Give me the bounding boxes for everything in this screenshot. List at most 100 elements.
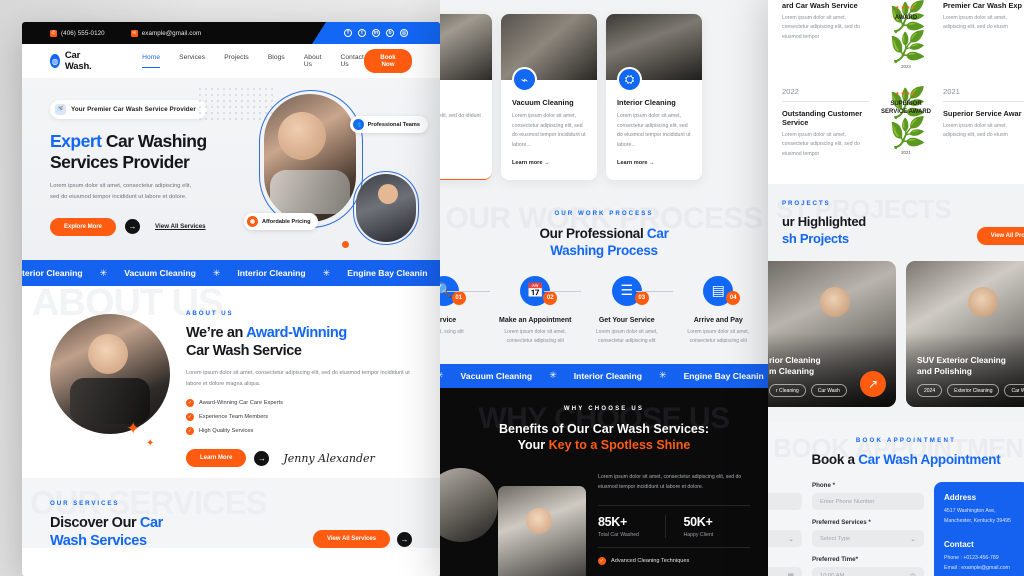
text-input[interactable] <box>768 493 802 511</box>
award-item: 2021 Superior Service Awar Lorem ipsum d… <box>943 87 1024 141</box>
hero-image-primary <box>264 94 356 222</box>
stat-item: 85K+ Total Car Washed <box>598 514 666 538</box>
bullet-label: Award-Winning Car Care Experts <box>199 400 283 407</box>
phone-input[interactable]: Enter Phone Number <box>812 493 924 511</box>
topbar-phone[interactable]: ✆ (406) 555-0120 <box>50 29 105 37</box>
why-images <box>440 468 586 576</box>
step-connector <box>447 290 490 292</box>
time-input[interactable]: 10:00 AM ◴ <box>812 567 924 576</box>
book-now-button[interactable]: Book Now <box>363 49 412 73</box>
twitter-icon[interactable]: t <box>358 29 366 37</box>
form-field: ⌄ <box>768 519 802 548</box>
stat-item: 50K+ Happy Client <box>666 515 751 538</box>
marquee-item: Engine Bay Cleanin <box>683 370 764 381</box>
car-wash-logo-icon: ◍ <box>50 54 60 68</box>
why-title: Benefits of Our Car Wash Services: Your … <box>440 421 768 455</box>
nav-item-services[interactable]: Services <box>179 54 205 68</box>
why-title-part: Your <box>517 438 549 453</box>
contact-phone: Phone : +0123-456-789 <box>944 555 999 562</box>
marquee-item: Interior Cleaning <box>237 268 306 278</box>
arrow-right-icon[interactable]: → <box>125 219 141 235</box>
award-item: 2022 Outstanding Customer Service Lorem … <box>782 87 869 159</box>
form-field-phone: Phone * Enter Phone Number <box>812 482 924 511</box>
project-tag: Car Wash <box>810 384 847 398</box>
bullet-label: High Quality Services <box>199 428 254 435</box>
service-card-link[interactable]: Learn more → <box>512 160 550 166</box>
project-card[interactable]: rior Cleaning m Cleaning r Cleaning Car … <box>768 261 896 408</box>
service-card-link[interactable]: Learn more → <box>617 160 655 166</box>
sparkle-small-icon: ✦ <box>146 438 155 450</box>
nav-item-home[interactable]: Home <box>142 54 161 68</box>
check-icon: ✓ <box>186 413 194 422</box>
award-text: Lorem ipsum dolor sit amet, consectetur … <box>782 15 860 40</box>
nav-item-contact[interactable]: Contact Us <box>341 54 364 68</box>
arrow-right-icon[interactable]: → <box>254 450 270 466</box>
project-tags: r Cleaning Car Wash <box>769 384 847 398</box>
star-separator-icon: ✳ <box>659 370 667 381</box>
facebook-icon[interactable]: f <box>344 29 352 37</box>
why-eyebrow: WHY CHOOSE US <box>563 405 645 412</box>
check-icon: ✓ <box>186 427 194 436</box>
project-card[interactable]: SUV Exterior Cleaning and Polishing 2024… <box>906 261 1024 408</box>
project-title: rior Cleaning m Cleaning <box>769 355 821 378</box>
linkedin-icon[interactable]: in <box>372 29 380 37</box>
process-step: 📅 02 Make an Appointment Lorem ipsum dolo… <box>447 275 582 346</box>
step-number: 04 <box>726 290 741 305</box>
hero-title-line2: Services Provider <box>50 151 190 172</box>
professional-teams-label: Professional Teams <box>367 121 420 128</box>
field-label <box>768 556 802 563</box>
about-paragraph: Lorem ipsum dolor sit amet, consectetur … <box>186 370 410 387</box>
services-eyebrow: OUR SERVICES <box>50 500 120 507</box>
nav-item-projects[interactable]: Projects <box>224 54 249 68</box>
service-card-title: Vacuum Cleaning <box>512 98 574 107</box>
projects-title-accent: sh Projects <box>782 230 849 246</box>
view-all-services-link[interactable]: View All Services <box>155 223 206 230</box>
service-card-title: Interior Cleaning <box>617 98 676 107</box>
service-card[interactable]: ⌁ Vacuum Cleaning Lorem ipsum dolor sit … <box>501 14 597 180</box>
field-label <box>768 482 802 489</box>
nav-item-about[interactable]: About Us <box>304 54 322 68</box>
arrow-right-icon[interactable]: → <box>397 531 412 547</box>
project-title-line2: and Polishing <box>917 365 972 376</box>
instagram-icon[interactable]: ◎ <box>400 29 408 37</box>
brand-logo[interactable]: ◍ Car Wash. <box>50 50 96 72</box>
view-all-projects-button[interactable]: View All Proje <box>976 227 1024 246</box>
project-tag: 2024 <box>917 384 943 398</box>
service-card-image: ⌁ <box>501 14 597 92</box>
step-connector <box>544 290 581 292</box>
services-select-placeholder: Select Type <box>820 535 851 542</box>
service-card-text: Lorem ipsum dolor sit amet, consectetur … <box>512 113 586 148</box>
service-card[interactable]: ◍ ning sit amet, cing elit, sed do ididu… <box>440 14 492 180</box>
award-year: 2021 <box>943 87 1024 102</box>
why-bullet: ✓ Advanced Cleaning Techniques <box>598 556 750 565</box>
nav-item-blogs[interactable]: Blogs <box>268 54 285 68</box>
award-row: ard Car Wash Service Lorem ipsum dolor s… <box>768 0 1024 78</box>
service-card-text: sit amet, cing elit, sed do ididunt ut l… <box>440 113 481 119</box>
top-contact-bar: ✆ (406) 555-0120 ✉ example@gmail.com f t… <box>22 22 440 44</box>
process-steps: 🔍01 Service sit amet, scing elit 📅02 Mak… <box>440 275 768 346</box>
stat-label: Total Car Washed <box>598 531 640 538</box>
view-all-services-button[interactable]: View All Services <box>312 530 390 549</box>
behance-icon[interactable]: b <box>386 29 394 37</box>
explore-more-button[interactable]: Explore More <box>50 217 117 236</box>
star-separator-icon: ✳ <box>440 370 444 381</box>
phone-icon: ✆ <box>50 29 57 37</box>
marquee-item: Vacuum Cleaning <box>460 370 533 381</box>
about-image <box>50 314 170 434</box>
services-select[interactable]: Select Type ⌄ <box>812 530 924 548</box>
services-title-line2: Wash Services <box>50 533 147 550</box>
booking-title-accent: Car Wash Appointment <box>858 452 1001 468</box>
bullet-label: Experience Team Members <box>199 414 269 421</box>
hero-image-secondary <box>356 174 416 242</box>
stat-value: 50K+ <box>683 514 713 529</box>
service-card[interactable]: ⛭ Interior Cleaning Lorem ipsum dolor si… <box>606 14 702 180</box>
select-input[interactable]: ⌄ <box>768 530 802 548</box>
learn-more-button[interactable]: Learn More <box>186 449 247 468</box>
brand-name: Car Wash. <box>64 50 92 72</box>
award-badge-year: 2021 <box>901 150 911 155</box>
stat-label: Happy Client <box>683 531 714 538</box>
topbar-email[interactable]: ✉ example@gmail.com <box>130 29 202 37</box>
process-step: 🔍01 Service sit amet, scing elit <box>440 275 490 337</box>
booking-title: Book a Car Wash Appointment <box>768 452 1024 467</box>
date-input[interactable]: ▦ <box>768 567 802 576</box>
